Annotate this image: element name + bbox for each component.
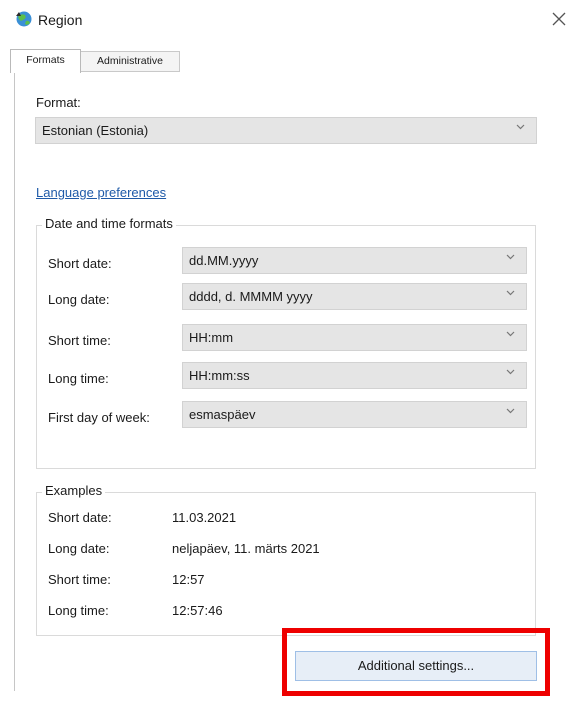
date-time-formats-title: Date and time formats (42, 216, 176, 231)
example-short-date-label: Short date: (48, 510, 112, 525)
first-day-of-week-dropdown[interactable]: esmaspäev (182, 401, 527, 428)
short-time-dropdown[interactable]: HH:mm (182, 324, 527, 351)
format-label: Format: (36, 95, 81, 110)
long-time-value: HH:mm:ss (189, 368, 250, 383)
chevron-down-icon (505, 366, 516, 380)
short-time-value: HH:mm (189, 330, 234, 345)
short-time-label: Short time: (48, 333, 111, 348)
format-dropdown[interactable]: Estonian (Estonia) (35, 117, 537, 144)
long-time-dropdown[interactable]: HH:mm:ss (182, 362, 527, 389)
long-date-dropdown[interactable]: dddd, d. MMMM yyyy (182, 283, 527, 310)
long-date-label: Long date: (48, 292, 110, 307)
close-icon[interactable] (550, 8, 568, 30)
example-long-time-label: Long time: (48, 603, 109, 618)
example-short-time-label: Short time: (48, 572, 111, 587)
example-long-date-label: Long date: (48, 541, 110, 556)
example-long-time-value: 12:57:46 (172, 603, 223, 618)
language-preferences-link[interactable]: Language preferences (36, 185, 166, 200)
chevron-down-icon (505, 328, 516, 342)
tab-administrative[interactable]: Administrative (81, 51, 180, 72)
chevron-down-icon (505, 251, 516, 265)
short-date-dropdown[interactable]: dd.MM.yyyy (182, 247, 527, 274)
examples-title: Examples (42, 483, 106, 498)
long-time-label: Long time: (48, 371, 109, 386)
chevron-down-icon (515, 121, 526, 135)
first-day-of-week-value: esmaspäev (189, 407, 256, 422)
example-long-date-value: neljapäev, 11. märts 2021 (172, 541, 320, 556)
region-globe-icon (14, 10, 34, 28)
short-date-label: Short date: (48, 256, 112, 271)
format-value: Estonian (Estonia) (42, 123, 149, 138)
long-date-value: dddd, d. MMMM yyyy (189, 289, 313, 304)
first-day-of-week-label: First day of week: (48, 410, 150, 425)
example-short-time-value: 12:57 (172, 572, 205, 587)
window-title: Region (38, 12, 83, 28)
chevron-down-icon (505, 287, 516, 301)
short-date-value: dd.MM.yyyy (189, 253, 259, 268)
additional-settings-button[interactable]: Additional settings... (295, 651, 537, 681)
example-short-date-value: 11.03.2021 (172, 510, 237, 525)
chevron-down-icon (505, 405, 516, 419)
title-bar: Region (0, 0, 571, 40)
tab-formats[interactable]: Formats (10, 49, 81, 73)
